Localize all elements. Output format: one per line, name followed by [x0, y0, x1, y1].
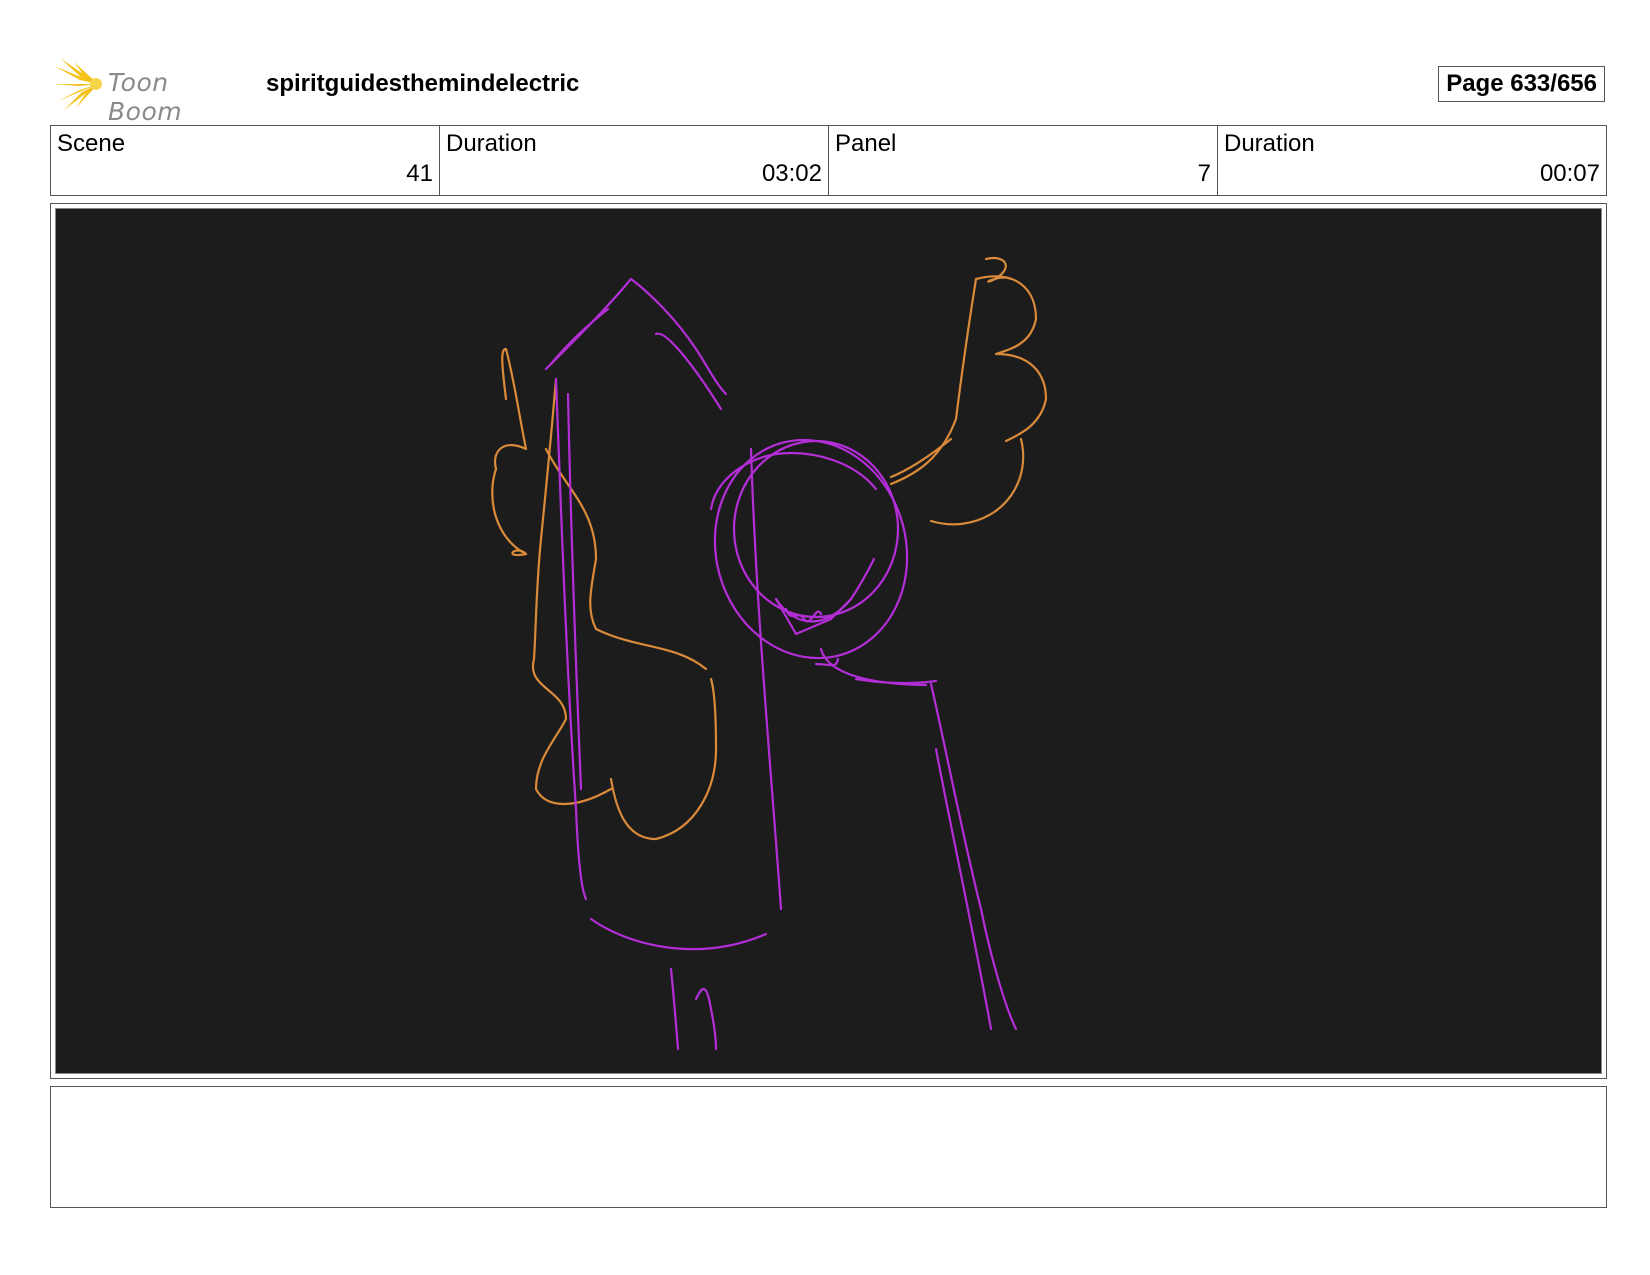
starburst-icon [52, 58, 102, 110]
scene-duration-label: Duration [446, 130, 537, 157]
project-title: spiritguidesthemindelectric [266, 70, 580, 97]
panel-duration-cell: Duration 00:07 [1218, 126, 1606, 195]
page-header: Toon Boom spiritguidesthemindelectric Pa… [50, 52, 1605, 126]
panel-duration-value: 00:07 [1539, 160, 1600, 187]
orange-sketch-left [491, 347, 718, 841]
storyboard-panel-frame [50, 203, 1607, 1079]
storyboard-panel-image [55, 208, 1602, 1074]
panel-cell: Panel 7 [829, 126, 1218, 195]
scene-value: 41 [406, 160, 433, 187]
brand-name: Toon Boom [108, 68, 183, 126]
scene-cell: Scene 41 [51, 126, 440, 195]
panel-notes-box [50, 1086, 1607, 1208]
scene-info-table: Scene 41 Duration 03:02 Panel 7 Duration… [50, 125, 1607, 196]
sketch-drawing [491, 256, 1048, 1051]
page-number: Page 633/656 [1438, 66, 1605, 102]
scene-label: Scene [57, 130, 126, 157]
scene-duration-value: 03:02 [761, 160, 822, 187]
purple-sketch-figure [544, 277, 1018, 1051]
orange-sketch-right [889, 256, 1048, 526]
toon-boom-logo: Toon Boom [50, 56, 250, 126]
panel-label: Panel [835, 130, 897, 157]
scene-duration-cell: Duration 03:02 [440, 126, 829, 195]
panel-duration-label: Duration [1224, 130, 1315, 157]
panel-value: 7 [1197, 160, 1211, 187]
